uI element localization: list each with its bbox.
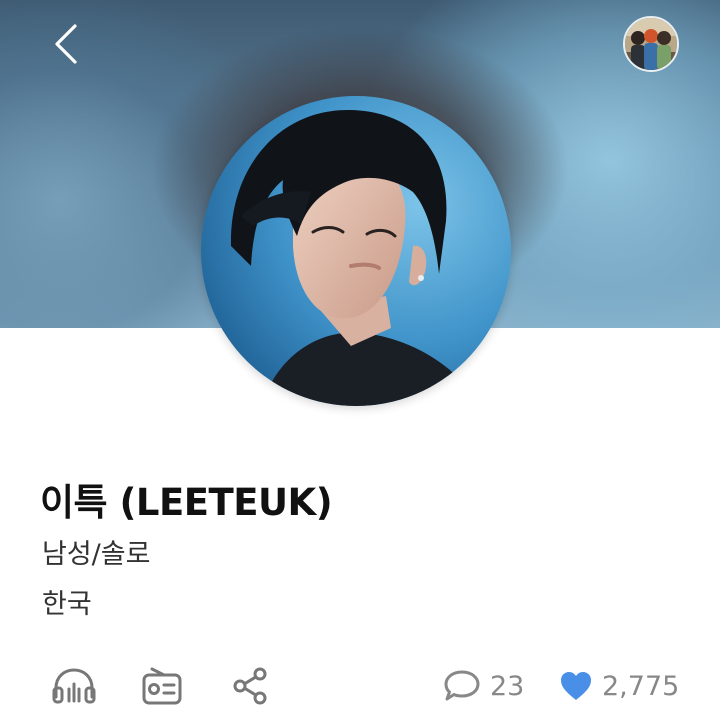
artist-avatar	[201, 96, 511, 406]
artist-category: 남성/솔로	[42, 539, 151, 570]
comments-button[interactable]: 23	[442, 662, 524, 710]
share-icon	[233, 667, 267, 705]
back-button[interactable]	[44, 20, 88, 68]
artist-name: 이특 (LEETEUK)	[40, 481, 333, 524]
listen-button[interactable]	[50, 662, 98, 710]
chevron-left-icon	[55, 24, 77, 64]
comment-count: 23	[490, 670, 525, 702]
radio-icon	[142, 667, 182, 705]
like-count: 2,775	[602, 670, 680, 702]
share-button[interactable]	[226, 662, 274, 710]
comment-icon	[444, 670, 480, 701]
headphones-icon	[52, 668, 96, 704]
artist-country: 한국	[42, 589, 92, 620]
group-thumbnail[interactable]	[623, 16, 679, 72]
like-button[interactable]: 2,775	[558, 662, 679, 710]
radio-button[interactable]	[138, 662, 186, 710]
group-photo-image	[625, 18, 677, 70]
artist-portrait-image	[201, 96, 511, 406]
heart-icon	[561, 672, 591, 700]
